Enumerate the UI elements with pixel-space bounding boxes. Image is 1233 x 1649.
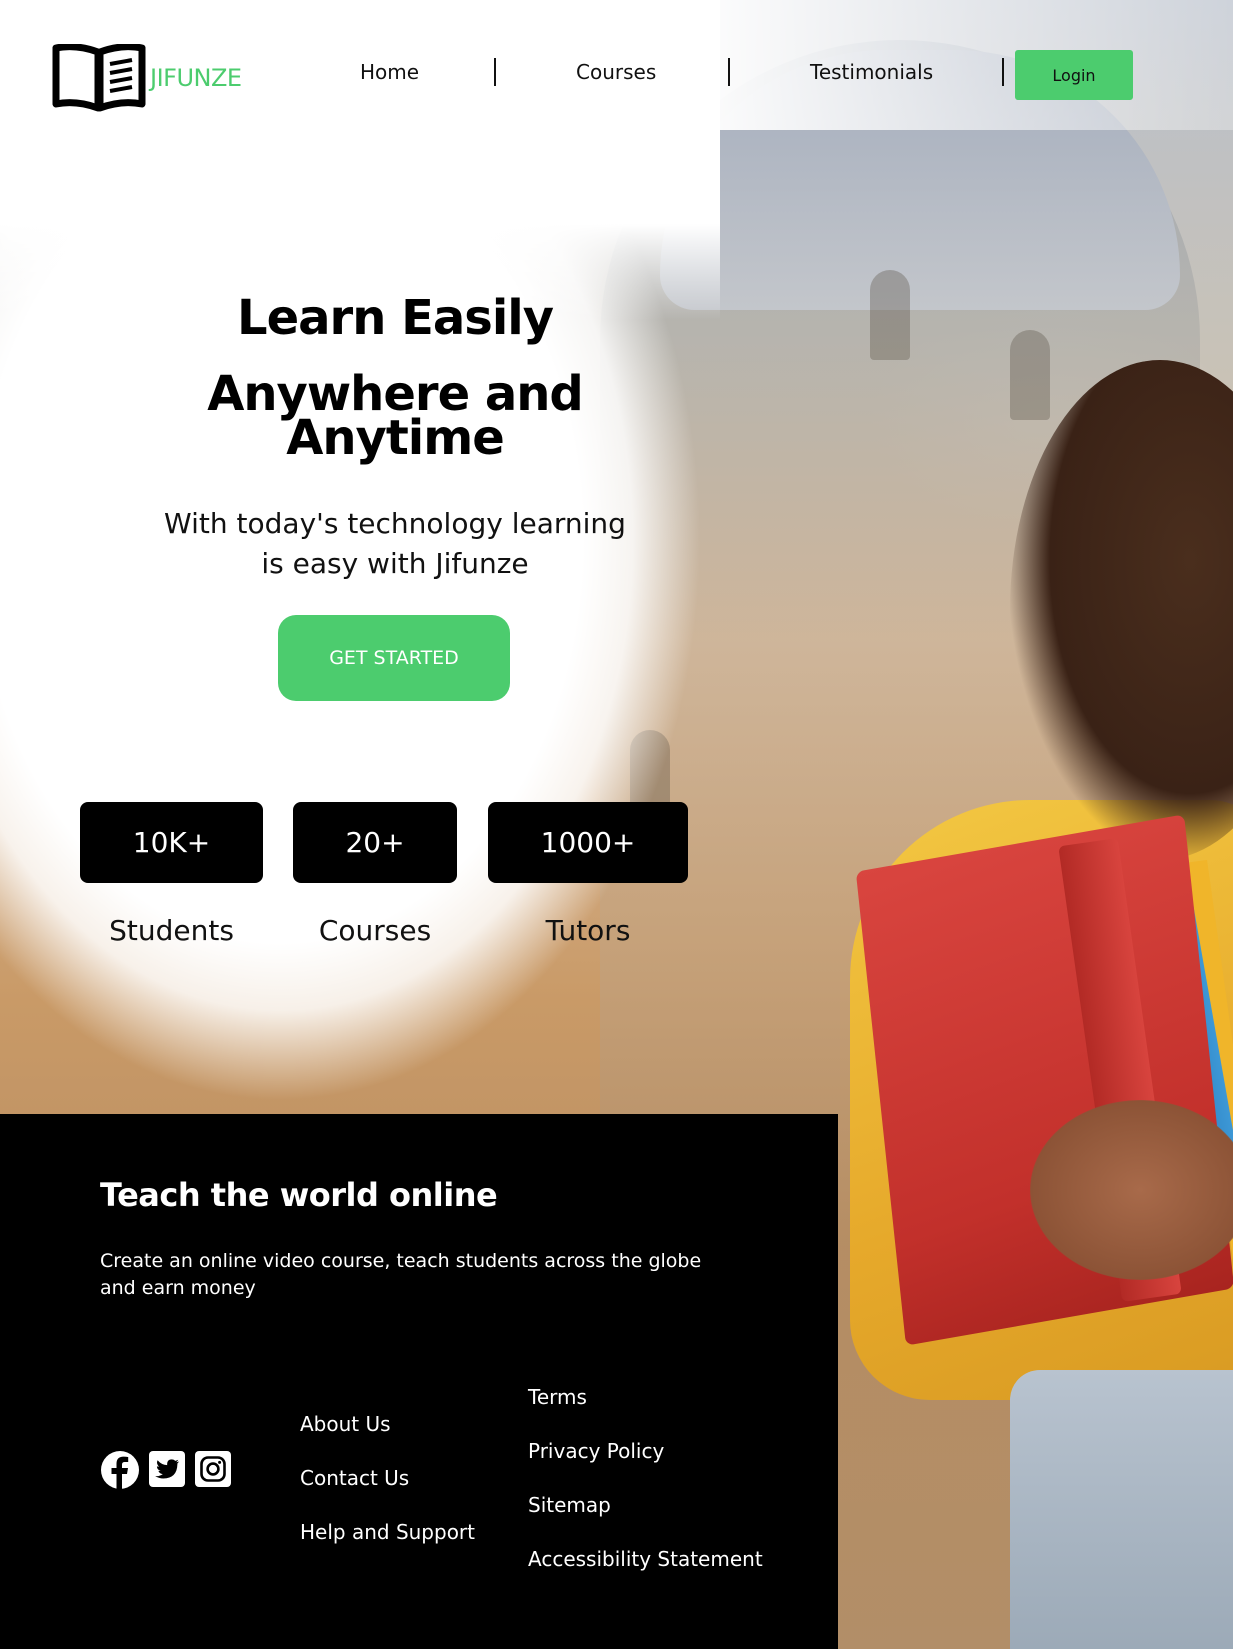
footer-title: Teach the world online	[100, 1176, 498, 1214]
building-window	[1010, 330, 1050, 420]
stat-courses-value: 20+	[293, 802, 457, 883]
stat-tutors-value: 1000+	[488, 802, 688, 883]
accessibility-statement-link[interactable]: Accessibility Statement	[528, 1547, 763, 1571]
nav-divider	[494, 58, 496, 86]
student-jeans-shape	[1010, 1370, 1233, 1649]
stat-students-label: Students	[109, 914, 234, 947]
contact-us-link[interactable]: Contact Us	[300, 1466, 409, 1490]
instagram-icon[interactable]	[194, 1450, 232, 1495]
stat-courses-label: Courses	[318, 914, 432, 947]
nav-testimonials-link[interactable]: Testimonials	[810, 60, 933, 84]
building-window	[870, 270, 910, 360]
hero-subtitle: With today's technology learning is easy…	[164, 507, 626, 580]
terms-link[interactable]: Terms	[528, 1385, 587, 1409]
hero-title-line2: Anywhere and Anytime	[207, 366, 584, 466]
stat-students-value: 10K+	[80, 802, 263, 883]
nav-divider	[728, 58, 730, 86]
stat-tutors-label: Tutors	[545, 914, 631, 947]
open-book-icon	[52, 44, 146, 112]
nav-home-link[interactable]: Home	[360, 60, 419, 84]
help-support-link[interactable]: Help and Support	[300, 1520, 475, 1544]
get-started-button[interactable]: GET STARTED	[278, 615, 510, 701]
nav-divider	[1002, 58, 1004, 86]
facebook-icon[interactable]	[100, 1450, 140, 1495]
brand-logo[interactable]: JIFUNZE	[52, 44, 242, 112]
login-button[interactable]: Login	[1015, 50, 1133, 100]
social-links	[100, 1450, 232, 1495]
privacy-policy-link[interactable]: Privacy Policy	[528, 1439, 664, 1463]
footer-subtitle: Create an online video course, teach stu…	[100, 1250, 702, 1299]
about-us-link[interactable]: About Us	[300, 1412, 391, 1436]
sitemap-link[interactable]: Sitemap	[528, 1493, 611, 1517]
nav-courses-link[interactable]: Courses	[576, 60, 656, 84]
teach-footer-panel: Teach the world online Create an online …	[0, 1114, 838, 1649]
hero-title-line1: Learn Easily	[236, 290, 554, 346]
brand-name: JIFUNZE	[150, 64, 242, 92]
twitter-icon[interactable]	[148, 1450, 186, 1495]
